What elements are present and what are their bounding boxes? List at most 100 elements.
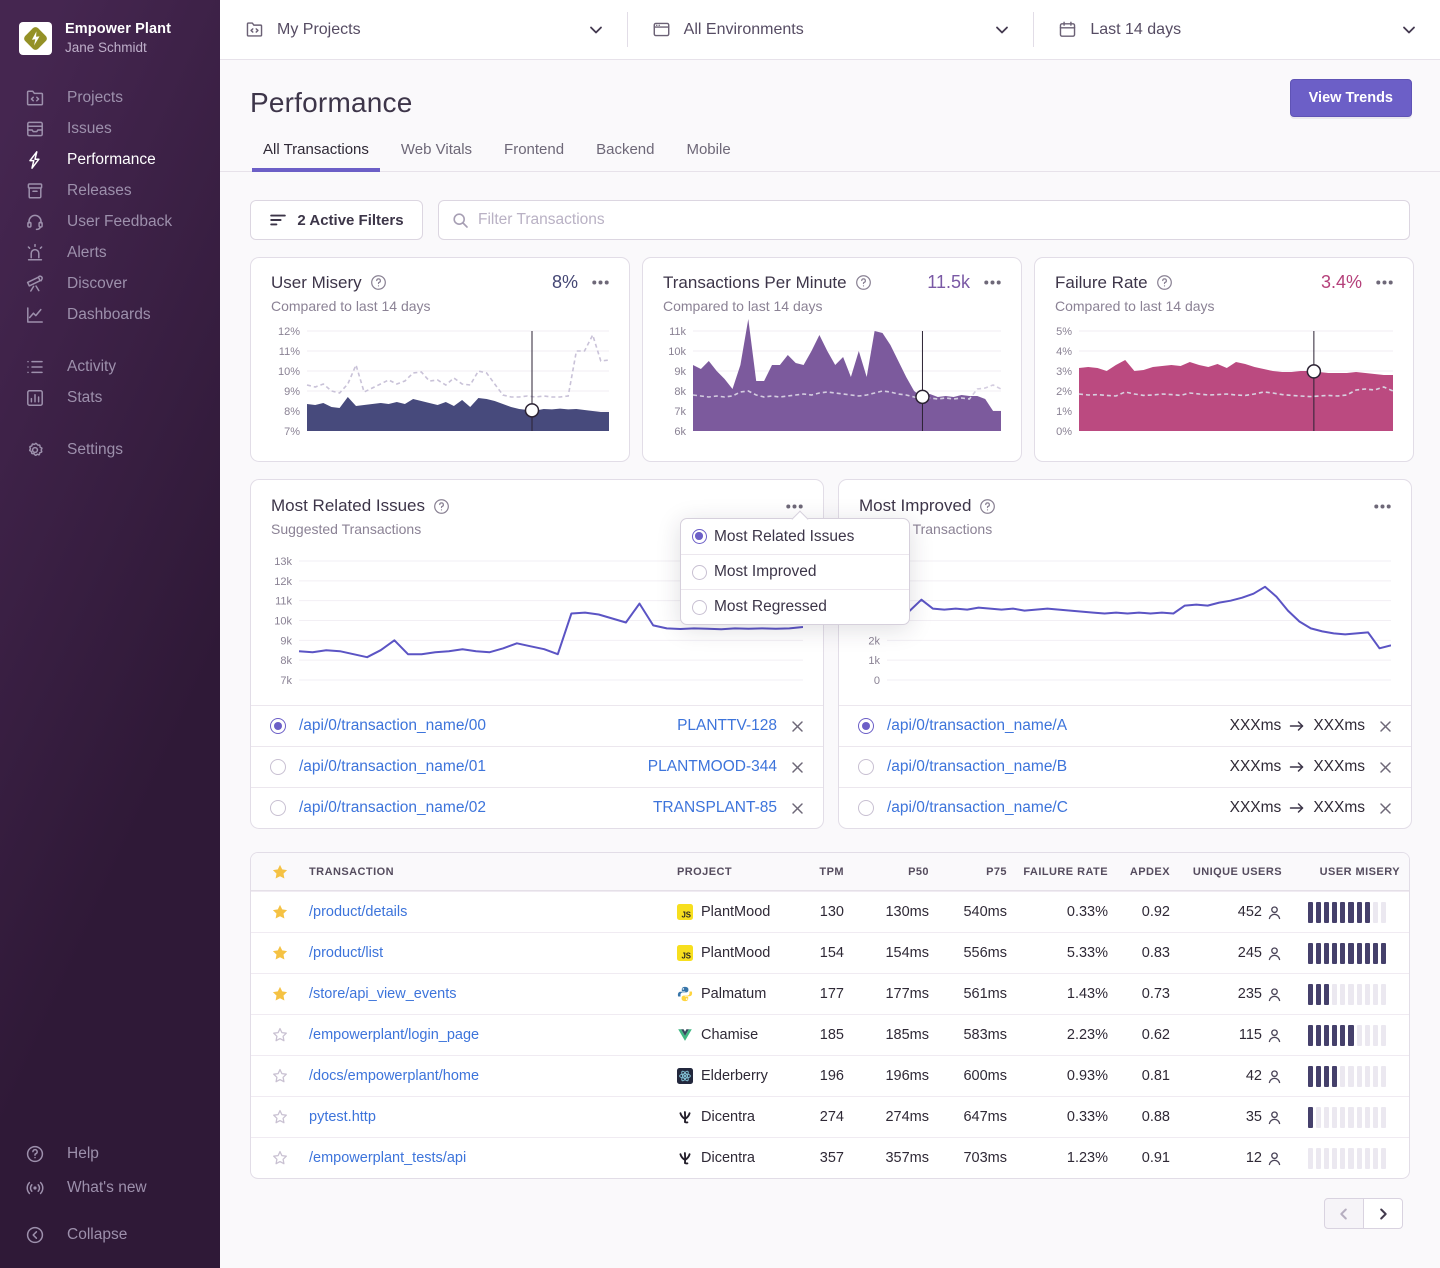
pagination-next-button[interactable] xyxy=(1363,1198,1403,1229)
transaction-link[interactable]: /empowerplant/login_page xyxy=(299,1027,665,1043)
question-circle-icon[interactable] xyxy=(1156,274,1173,291)
ellipsis-menu-icon[interactable] xyxy=(592,280,609,285)
close-icon[interactable] xyxy=(1379,761,1392,774)
issue-link[interactable]: PLANTTV-128 xyxy=(677,717,777,735)
project-name: Palmatum xyxy=(701,986,766,1002)
col-p50: P50 xyxy=(851,866,939,878)
close-icon[interactable] xyxy=(791,802,804,815)
transaction-link[interactable]: /store/api_view_events xyxy=(299,986,665,1002)
search-icon xyxy=(452,212,469,229)
issue-link[interactable]: PLANTMOOD-344 xyxy=(648,758,777,776)
sidebar-item-help[interactable]: Help xyxy=(0,1137,220,1171)
environment-filter-label: All Environments xyxy=(684,21,804,39)
sidebar-item-activity[interactable]: Activity xyxy=(0,351,220,382)
radio-button[interactable] xyxy=(270,800,286,816)
star-icon[interactable] xyxy=(251,945,299,961)
radio-button[interactable] xyxy=(858,800,874,816)
ellipsis-menu-icon[interactable] xyxy=(1376,280,1393,285)
radio-button[interactable] xyxy=(858,759,874,775)
environment-filter-dropdown[interactable]: All Environments xyxy=(627,0,1034,59)
sidebar-item-projects[interactable]: Projects xyxy=(0,82,220,113)
close-icon[interactable] xyxy=(791,720,804,733)
ellipsis-menu-icon[interactable] xyxy=(984,280,1001,285)
close-icon[interactable] xyxy=(1379,720,1392,733)
users-count: 12 xyxy=(1246,1150,1262,1166)
transaction-link[interactable]: /api/0/transaction_name/C xyxy=(887,799,1068,817)
star-icon[interactable] xyxy=(251,1150,299,1166)
project-cell: JSPlantMood xyxy=(665,904,799,920)
calendar-icon xyxy=(1058,20,1077,39)
sidebar-item-settings[interactable]: Settings xyxy=(0,434,220,465)
star-icon[interactable] xyxy=(251,904,299,920)
transaction-link[interactable]: /empowerplant_tests/api xyxy=(299,1150,665,1166)
tab-frontend[interactable]: Frontend xyxy=(504,141,564,172)
tab-backend[interactable]: Backend xyxy=(596,141,654,172)
project-filter-dropdown[interactable]: My Projects xyxy=(220,0,627,59)
active-filters-button[interactable]: 2 Active Filters xyxy=(250,200,423,240)
dropdown-option-most-related-issues[interactable]: Most Related Issues xyxy=(681,519,909,554)
ellipsis-menu-icon[interactable] xyxy=(1374,504,1391,509)
pagination-prev-button[interactable] xyxy=(1324,1198,1364,1229)
dropdown-option-most-regressed[interactable]: Most Regressed xyxy=(681,589,909,624)
most-improved-widget: Most ImprovedSuggested Transactions6k5k4… xyxy=(838,479,1412,829)
user-icon xyxy=(1267,1028,1282,1043)
sidebar-item-releases[interactable]: Releases xyxy=(0,175,220,206)
tab-web-vitals[interactable]: Web Vitals xyxy=(401,141,472,172)
transaction-link[interactable]: pytest.http xyxy=(299,1109,665,1125)
transaction-link[interactable]: /api/0/transaction_name/02 xyxy=(299,799,486,817)
radio-button[interactable] xyxy=(270,718,286,734)
sidebar-item-performance[interactable]: Performance xyxy=(0,144,220,175)
radio-button[interactable] xyxy=(270,759,286,775)
sidebar-item-alerts[interactable]: Alerts xyxy=(0,237,220,268)
releases-icon xyxy=(25,181,45,201)
org-name: Empower Plant xyxy=(65,20,171,38)
svg-text:5%: 5% xyxy=(1056,326,1072,338)
dropdown-option-most-improved[interactable]: Most Improved xyxy=(681,554,909,589)
search-input[interactable] xyxy=(478,211,1396,229)
tpm-value: 357 xyxy=(799,1150,851,1166)
sidebar-item-dashboards[interactable]: Dashboards xyxy=(0,299,220,330)
apdex-value: 0.81 xyxy=(1117,1068,1181,1084)
transaction-link[interactable]: /api/0/transaction_name/00 xyxy=(299,717,486,735)
star-icon[interactable] xyxy=(251,1027,299,1043)
svg-text:10%: 10% xyxy=(278,366,300,378)
question-circle-icon[interactable] xyxy=(855,274,872,291)
star-icon[interactable] xyxy=(251,864,299,880)
transaction-link[interactable]: /api/0/transaction_name/A xyxy=(887,717,1067,735)
star-icon[interactable] xyxy=(251,986,299,1002)
sidebar-item-issues[interactable]: Issues xyxy=(0,113,220,144)
sidebar-item-whats-new[interactable]: What's new xyxy=(0,1171,220,1205)
vue-platform-icon xyxy=(677,1027,693,1043)
card-title: User Misery xyxy=(271,273,387,293)
radio-button[interactable] xyxy=(858,718,874,734)
star-icon[interactable] xyxy=(251,1068,299,1084)
ellipsis-menu-icon[interactable] xyxy=(786,504,803,509)
close-icon[interactable] xyxy=(791,761,804,774)
close-icon[interactable] xyxy=(1379,802,1392,815)
question-circle-icon[interactable] xyxy=(370,274,387,291)
transaction-link[interactable]: /product/list xyxy=(299,945,665,961)
col-p75: P75 xyxy=(939,866,1017,878)
date-range-dropdown[interactable]: Last 14 days xyxy=(1033,0,1440,59)
transaction-link[interactable]: /api/0/transaction_name/01 xyxy=(299,758,486,776)
star-icon[interactable] xyxy=(251,1109,299,1125)
sidebar-item-label: Releases xyxy=(67,182,132,200)
org-switcher[interactable]: Empower Plant Jane Schmidt xyxy=(0,20,220,57)
widget-transaction-list: /api/0/transaction_name/AXXXmsXXXms/api/… xyxy=(839,705,1411,828)
transaction-link[interactable]: /docs/empowerplant/home xyxy=(299,1068,665,1084)
user-icon xyxy=(1267,987,1282,1002)
issue-link[interactable]: TRANSPLANT-85 xyxy=(653,799,777,817)
svg-text:2k: 2k xyxy=(868,635,880,647)
sidebar-item-user-feedback[interactable]: User Feedback xyxy=(0,206,220,237)
view-trends-button[interactable]: View Trends xyxy=(1290,79,1412,117)
tab-all-transactions[interactable]: All Transactions xyxy=(252,141,380,172)
tab-mobile[interactable]: Mobile xyxy=(686,141,730,172)
question-circle-icon[interactable] xyxy=(979,498,996,515)
sidebar-item-discover[interactable]: Discover xyxy=(0,268,220,299)
sidebar-item-stats[interactable]: Stats xyxy=(0,382,220,413)
question-circle-icon[interactable] xyxy=(433,498,450,515)
org-meta: Empower Plant Jane Schmidt xyxy=(65,20,171,57)
sidebar-item-collapse[interactable]: Collapse xyxy=(0,1218,220,1252)
transaction-link[interactable]: /api/0/transaction_name/B xyxy=(887,758,1067,776)
transaction-link[interactable]: /product/details xyxy=(299,904,665,920)
